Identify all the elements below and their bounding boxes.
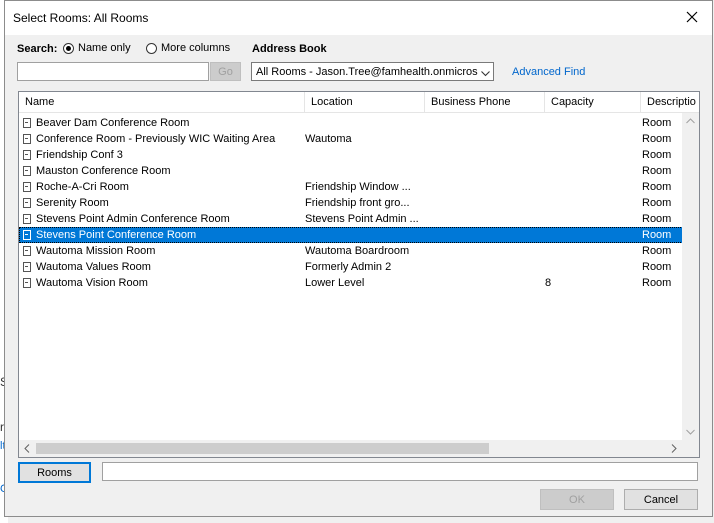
cell-description: Room	[642, 149, 672, 161]
column-header-description[interactable]: Descriptio	[641, 92, 699, 112]
cell-location: Wautoma Boardroom	[305, 245, 410, 257]
scroll-left-icon[interactable]	[24, 444, 30, 455]
table-row[interactable]: Roche-A-Cri Room Friendship Window ... Roo…	[19, 179, 683, 195]
radio-name-only[interactable]: Name only	[63, 42, 131, 54]
cell-name: Mauston Conference Room	[36, 165, 171, 177]
cell-location: Stevens Point Admin ...	[305, 213, 419, 225]
room-icon	[23, 230, 31, 240]
column-header-location[interactable]: Location	[305, 92, 425, 112]
radio-selected-icon[interactable]	[63, 42, 74, 54]
cell-name: Friendship Conf 3	[36, 149, 123, 161]
cell-description: Room	[642, 165, 672, 177]
cell-location: Wautoma	[305, 133, 352, 145]
table-row[interactable]: Beaver Dam Conference Room Room	[19, 115, 683, 131]
radio-more-columns[interactable]: More columns	[146, 42, 230, 54]
cell-capacity: 8	[545, 277, 552, 289]
close-icon[interactable]	[682, 7, 702, 27]
cell-description: Room	[642, 261, 672, 273]
cell-name: Wautoma Mission Room	[36, 245, 156, 257]
list-rows: Beaver Dam Conference Room Room Conference…	[19, 115, 683, 291]
scroll-right-icon[interactable]	[671, 444, 677, 455]
address-book-dropdown[interactable]: All Rooms - Jason.Tree@famhealth.onmicro…	[251, 62, 494, 81]
room-icon	[23, 198, 31, 208]
room-icon	[23, 118, 31, 128]
title-bar: Select Rooms: All Rooms	[5, 1, 712, 35]
cell-location: Formerly Admin 2	[305, 261, 392, 273]
table-row[interactable]: Stevens Point Admin Conference Room Steve…	[19, 211, 683, 227]
rooms-field[interactable]	[102, 462, 698, 481]
cell-name: Wautoma Values Room	[36, 261, 151, 273]
column-header-capacity[interactable]: Capacity	[545, 92, 641, 112]
scroll-down-icon[interactable]	[686, 427, 695, 437]
cell-name: Conference Room - Previously WIC Waiting…	[36, 133, 276, 145]
cell-name: Beaver Dam Conference Room	[36, 117, 190, 129]
search-label: Search:	[17, 43, 58, 55]
cancel-button[interactable]: Cancel	[624, 489, 698, 510]
table-row[interactable]: Stevens Point Conference Room Room	[19, 227, 683, 243]
vertical-scrollbar[interactable]	[682, 113, 699, 440]
cell-name: Roche-A-Cri Room	[36, 181, 129, 193]
column-header-name[interactable]: Name	[19, 92, 305, 112]
dropdown-arrow-icon[interactable]	[481, 68, 490, 80]
cell-description: Room	[642, 213, 672, 225]
table-row[interactable]: Serenity Room Friendship front gro... Room	[19, 195, 683, 211]
ok-button[interactable]: OK	[540, 489, 614, 510]
radio-more-columns-label: More columns	[161, 42, 231, 54]
go-button[interactable]: Go	[210, 62, 241, 81]
room-icon	[23, 214, 31, 224]
table-row[interactable]: Mauston Conference Room Room	[19, 163, 683, 179]
table-row[interactable]: Friendship Conf 3 Room	[19, 147, 683, 163]
table-row[interactable]: Wautoma Vision Room Lower Level 8 Room	[19, 275, 683, 291]
cell-description: Room	[642, 181, 672, 193]
cell-description: Room	[642, 277, 672, 289]
cell-description: Room	[642, 197, 672, 209]
table-row[interactable]: Conference Room - Previously WIC Waiting…	[19, 131, 683, 147]
search-input[interactable]	[17, 62, 209, 81]
column-header-business-phone[interactable]: Business Phone	[425, 92, 545, 112]
cell-location: Friendship front gro...	[305, 197, 410, 209]
room-icon	[23, 246, 31, 256]
horizontal-scroll-thumb[interactable]	[36, 443, 489, 454]
radio-unselected-icon[interactable]	[146, 42, 157, 54]
cell-location: Friendship Window ...	[305, 181, 411, 193]
advanced-find-link[interactable]: Advanced Find	[512, 66, 585, 78]
table-row[interactable]: Wautoma Values Room Formerly Admin 2 Room	[19, 259, 683, 275]
list-header: Name Location Business Phone Capacity De…	[19, 92, 699, 113]
select-rooms-dialog: Select Rooms: All Rooms Search: Name onl…	[4, 0, 713, 517]
scroll-corner	[682, 440, 699, 457]
cell-description: Room	[642, 245, 672, 257]
dialog-title: Select Rooms: All Rooms	[13, 11, 149, 25]
room-icon	[23, 166, 31, 176]
address-book-label: Address Book	[252, 43, 327, 55]
cell-name: Stevens Point Admin Conference Room	[36, 213, 230, 225]
rooms-list: Name Location Business Phone Capacity De…	[18, 91, 700, 458]
address-book-selected: All Rooms - Jason.Tree@famhealth.onmicro…	[256, 65, 478, 78]
rooms-button[interactable]: Rooms	[18, 462, 91, 483]
room-icon	[23, 182, 31, 192]
cell-name: Stevens Point Conference Room	[36, 229, 197, 241]
cell-description: Room	[642, 117, 672, 129]
cell-name: Serenity Room	[36, 197, 109, 209]
horizontal-scrollbar[interactable]	[19, 440, 682, 457]
table-row[interactable]: Wautoma Mission Room Wautoma Boardroom Roo…	[19, 243, 683, 259]
scroll-up-icon[interactable]	[686, 116, 695, 126]
cell-location: Lower Level	[305, 277, 365, 289]
radio-name-only-label: Name only	[78, 42, 131, 54]
room-icon	[23, 150, 31, 160]
room-icon	[23, 134, 31, 144]
room-icon	[23, 278, 31, 288]
cell-description: Room	[642, 229, 672, 241]
cell-description: Room	[642, 133, 672, 145]
cell-name: Wautoma Vision Room	[36, 277, 148, 289]
room-icon	[23, 262, 31, 272]
